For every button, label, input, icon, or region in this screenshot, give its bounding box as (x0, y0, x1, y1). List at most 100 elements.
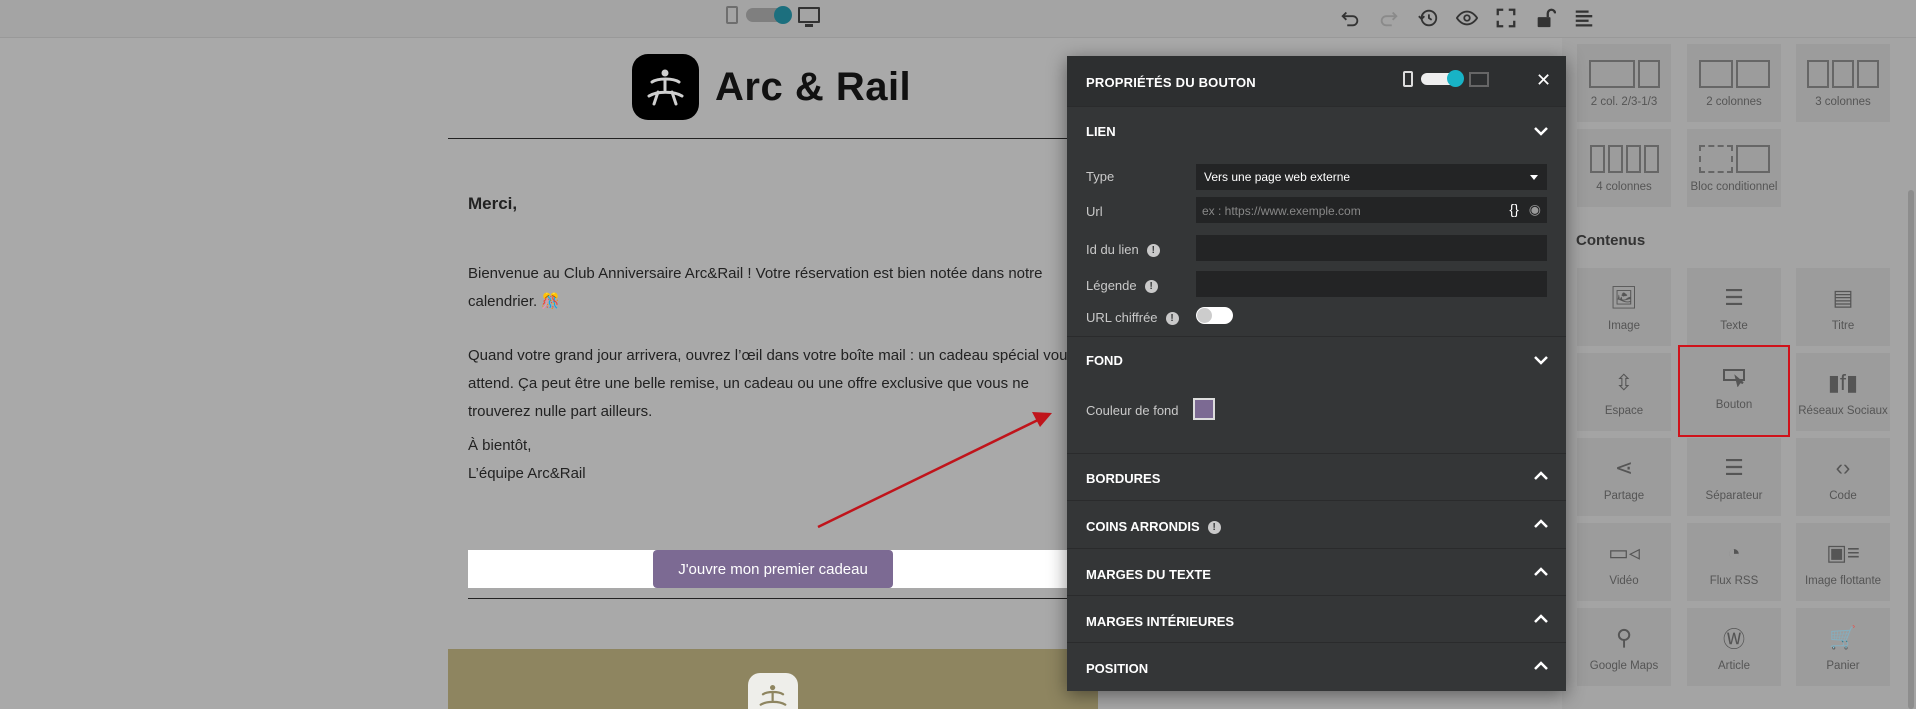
content-tile-article[interactable]: Ⓦ Article (1687, 608, 1781, 686)
signoff-line: À bientôt, (468, 437, 532, 454)
brand-name: Arc & Rail (715, 64, 912, 109)
brand-mark-icon (632, 54, 699, 120)
undo-icon[interactable] (1330, 4, 1369, 32)
content-tile-divider[interactable]: ☰ Séparateur (1687, 438, 1781, 516)
layout-tile-4col[interactable]: 4 colonnes (1577, 129, 1671, 207)
link-id-input[interactable] (1196, 235, 1547, 261)
tile-label: Bloc conditionnel (1690, 181, 1778, 193)
layout-tile-2col-2-3[interactable]: 2 col. 2/3-1/3 (1577, 44, 1671, 122)
chevron-up-icon (1534, 614, 1548, 623)
chevron-up-icon (1534, 471, 1548, 480)
content-tile-button[interactable]: Bouton (1678, 345, 1790, 437)
variables-braces-icon[interactable]: {} (1509, 201, 1518, 218)
content-tile-cart[interactable]: 🛒 Panier (1796, 608, 1890, 686)
content-tile-spacer[interactable]: ⇳ Espace (1577, 353, 1671, 431)
chevron-down-icon (1534, 356, 1548, 365)
device-toggle[interactable] (746, 6, 792, 24)
tile-label: Image flottante (1804, 575, 1882, 587)
section-title: MARGES DU TEXTE (1086, 567, 1211, 582)
section-position-header[interactable]: POSITION (1067, 642, 1566, 691)
mobile-icon[interactable] (1403, 71, 1413, 87)
content-tile-rss[interactable]: ◔ Flux RSS (1687, 523, 1781, 601)
content-tile-floating-image[interactable]: ▣≡ Image flottante (1796, 523, 1890, 601)
wordpress-icon: Ⓦ (1722, 627, 1745, 652)
tile-label: Séparateur (1705, 490, 1763, 502)
content-tile-text[interactable]: ☰ Texte (1687, 268, 1781, 346)
signoff-line: L’équipe Arc&Rail (468, 465, 586, 482)
divider-icon: ☰ (1724, 455, 1744, 480)
info-icon[interactable]: ! (1144, 280, 1158, 294)
email-signoff: À bientôt, L’équipe Arc&Rail (468, 432, 1068, 488)
footer-band (448, 649, 1098, 709)
cta-button[interactable]: J'ouvre mon premier cadeau (653, 550, 893, 588)
section-borders-header[interactable]: BORDURES (1067, 453, 1566, 500)
mobile-icon[interactable] (726, 6, 738, 24)
preview-eye-icon[interactable] (1447, 4, 1486, 32)
divider (468, 598, 1098, 599)
layout-tile-conditional[interactable]: Bloc conditionnel (1687, 129, 1781, 207)
email-paragraph: Bienvenue au Club Anniversaire Arc&Rail … (468, 265, 1043, 310)
close-icon[interactable]: ✕ (1536, 70, 1551, 91)
outline-icon[interactable] (1564, 4, 1603, 32)
bg-color-label: Couleur de fond (1086, 403, 1179, 418)
section-title-row: COINS ARRONDIS! (1086, 519, 1221, 535)
section-background-header[interactable]: FOND (1067, 336, 1566, 384)
info-icon[interactable]: ! (1207, 521, 1221, 535)
map-pin-icon: ⚲ (1615, 625, 1633, 650)
divider (448, 138, 1098, 139)
content-tile-code[interactable]: ‹› Code (1796, 438, 1890, 516)
panel-device-switch[interactable] (1403, 70, 1489, 87)
tile-label: 2 colonnes (1706, 96, 1762, 108)
fullscreen-icon[interactable] (1486, 4, 1525, 32)
section-inner-margins-header[interactable]: MARGES INTÉRIEURES (1067, 595, 1566, 642)
url-input[interactable]: ex : https://www.exemple.com {} ◉ (1196, 197, 1547, 223)
device-switch[interactable] (726, 6, 820, 27)
bg-color-swatch[interactable] (1193, 398, 1215, 420)
section-corners-header[interactable]: COINS ARRONDIS! (1067, 500, 1566, 548)
tile-label: Panier (1826, 660, 1860, 672)
email-canvas[interactable]: Arc & Rail Merci, Bienvenue au Club Anni… (448, 38, 1098, 709)
panel-title: PROPRIÉTÉS DU BOUTON (1086, 75, 1256, 90)
desktop-icon[interactable] (1469, 71, 1489, 87)
redo-icon[interactable] (1369, 4, 1408, 32)
tile-label: Bouton (1715, 399, 1753, 411)
info-icon[interactable]: ! (1165, 312, 1179, 326)
panel-header: PROPRIÉTÉS DU BOUTON ✕ (1067, 56, 1566, 106)
caption-input[interactable] (1196, 271, 1547, 297)
tile-label: 2 col. 2/3-1/3 (1590, 96, 1658, 108)
caption-row: Légende! (1086, 278, 1158, 294)
button-block[interactable]: J'ouvre mon premier cadeau (468, 550, 1098, 588)
content-tile-share[interactable]: ⋖ Partage (1577, 438, 1671, 516)
section-title: POSITION (1086, 661, 1149, 676)
editor-toolbar (0, 0, 1916, 38)
info-icon[interactable]: ! (1146, 244, 1160, 258)
content-tile-title[interactable]: ▤ Titre (1796, 268, 1890, 346)
contents-section-title: Contenus (1576, 232, 1646, 249)
button-icon (1722, 355, 1746, 399)
desktop-icon[interactable] (798, 7, 820, 27)
lock-icon[interactable] (1525, 4, 1564, 32)
palette-scrollbar[interactable] (1908, 190, 1914, 709)
history-icon[interactable] (1408, 4, 1447, 32)
device-toggle[interactable] (1421, 70, 1464, 87)
content-tile-image[interactable]: 🖼 Image (1577, 268, 1671, 346)
section-title: BORDURES (1086, 471, 1161, 486)
encrypted-url-toggle[interactable] (1196, 307, 1233, 324)
content-tile-video[interactable]: ▭◃ Vidéo (1577, 523, 1671, 601)
link-id-label: Id du lien (1086, 242, 1139, 257)
link-id-row: Id du lien! (1086, 242, 1160, 258)
eye-icon[interactable]: ◉ (1529, 201, 1541, 218)
link-type-select[interactable]: Vers une page web externe (1196, 164, 1547, 190)
code-icon: ‹› (1835, 455, 1851, 480)
section-link-header[interactable]: LIEN (1067, 106, 1566, 154)
content-tile-social[interactable]: ▮f▮ Réseaux Sociaux (1796, 353, 1890, 431)
tile-label: Article (1718, 660, 1750, 672)
chevron-up-icon (1534, 661, 1548, 670)
social-icon: ▮f▮ (1827, 370, 1859, 395)
layout-tile-2col[interactable]: 2 colonnes (1687, 44, 1781, 122)
content-tile-google-maps[interactable]: ⚲ Google Maps (1577, 608, 1671, 686)
image-icon: 🖼 (1610, 285, 1638, 310)
section-text-margins-header[interactable]: MARGES DU TEXTE (1067, 548, 1566, 595)
layout-tile-3col[interactable]: 3 colonnes (1796, 44, 1890, 122)
section-title: COINS ARRONDIS (1086, 519, 1200, 534)
